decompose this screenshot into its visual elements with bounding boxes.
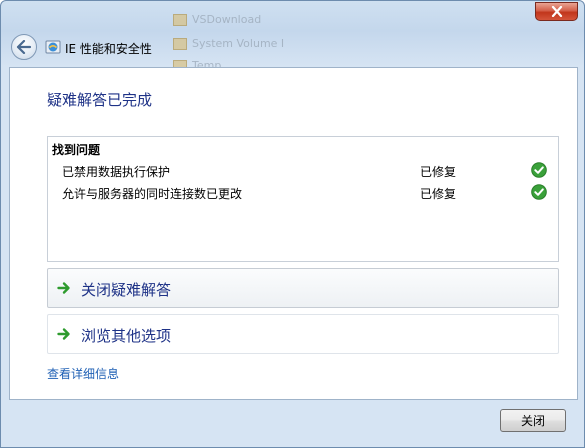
background-item: System Volume I bbox=[173, 37, 284, 50]
problem-status: 已修复 bbox=[420, 187, 457, 201]
back-arrow-icon bbox=[16, 40, 32, 54]
option-label: 关闭疑难解答 bbox=[81, 281, 172, 299]
content-panel: 疑难解答已完成 找到问题 已禁用数据执行保护 已修复 允许与服务器的同时连接数已… bbox=[9, 67, 578, 400]
background-item-label: Temp bbox=[192, 59, 222, 67]
background-item-label: VSDownload bbox=[192, 13, 262, 26]
close-icon bbox=[551, 6, 562, 17]
problem-name: 允许与服务器的同时连接数已更改 bbox=[62, 187, 243, 201]
background-item: Temp bbox=[173, 59, 221, 67]
ie-troubleshooter-icon bbox=[45, 40, 61, 54]
window-close-button[interactable] bbox=[535, 2, 578, 21]
problems-panel: 找到问题 已禁用数据执行保护 已修复 允许与服务器的同时连接数已更改 已修复 bbox=[47, 136, 559, 262]
problems-header: 找到问题 bbox=[52, 143, 101, 157]
background-item: VSDownload bbox=[173, 13, 261, 26]
folder-icon bbox=[173, 38, 187, 50]
problem-name: 已禁用数据执行保护 bbox=[62, 165, 171, 179]
problem-row: 已禁用数据执行保护 已修复 bbox=[48, 161, 558, 181]
green-check-icon bbox=[531, 184, 547, 200]
background-item-label: System Volume I bbox=[192, 37, 285, 50]
page-heading: 疑难解答已完成 bbox=[47, 91, 153, 109]
option-label: 浏览其他选项 bbox=[81, 327, 172, 345]
folder-icon bbox=[173, 14, 187, 26]
problem-status: 已修复 bbox=[420, 165, 457, 179]
folder-icon bbox=[173, 60, 187, 67]
close-button[interactable]: 关闭 bbox=[500, 409, 566, 432]
close-troubleshooter-option[interactable]: 关闭疑难解答 bbox=[47, 268, 559, 308]
green-arrow-icon bbox=[57, 328, 70, 340]
troubleshooter-window: VSDownload System Volume I Temp IE 性能和安全… bbox=[0, 0, 585, 448]
back-button[interactable] bbox=[11, 34, 37, 60]
explore-options-option[interactable]: 浏览其他选项 bbox=[47, 314, 559, 354]
view-details-link[interactable]: 查看详细信息 bbox=[47, 365, 119, 382]
green-check-icon bbox=[531, 162, 547, 178]
green-arrow-icon bbox=[57, 282, 70, 294]
window-title: IE 性能和安全性 bbox=[65, 42, 152, 56]
problem-row: 允许与服务器的同时连接数已更改 已修复 bbox=[48, 183, 558, 203]
